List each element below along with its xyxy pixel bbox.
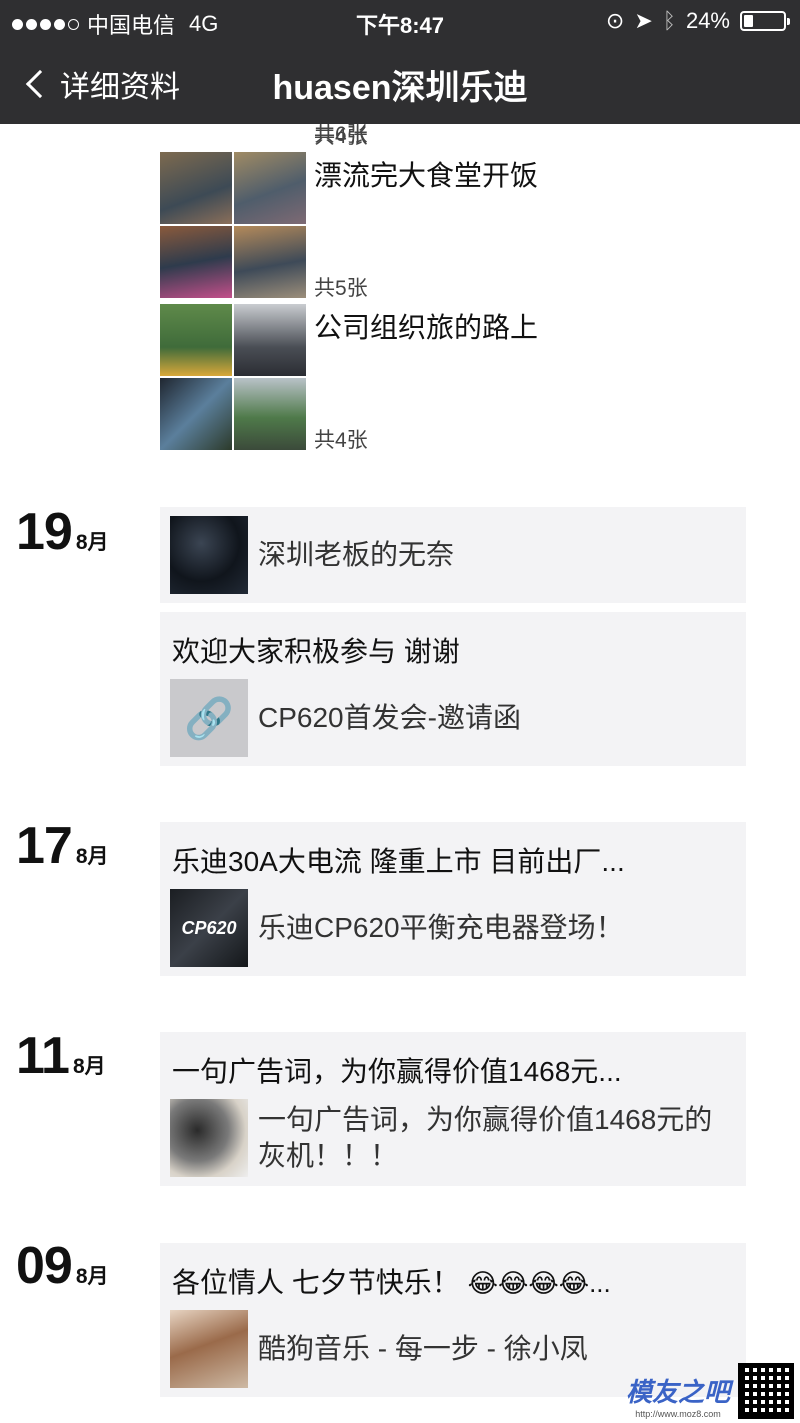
album-post[interactable]: 公司组织旅的路上 共4张 <box>160 304 538 452</box>
photo-count: 共5张 <box>314 277 368 300</box>
link-thumbnail: 🔗 <box>170 679 248 757</box>
date-day: 09 <box>16 1237 73 1295</box>
watermark-url: http://www.moz8.com <box>635 1409 721 1419</box>
link-post[interactable]: 乐迪30A大电流 隆重上市 目前出厂... CP620 乐迪CP620平衡充电器… <box>160 822 746 976</box>
link-title: 酷狗音乐 - 每一步 - 徐小凤 <box>258 1333 588 1364</box>
photo-thumbnail[interactable] <box>160 304 232 376</box>
date-day: 11 <box>16 1027 70 1085</box>
post-text: 各位情人 七夕节快乐！ 😂😂😂😂... <box>172 1261 611 1301</box>
link-thumbnail <box>170 516 248 594</box>
photo-thumbnail[interactable] <box>160 378 232 450</box>
link-thumbnail <box>170 1310 248 1388</box>
bluetooth-icon: ᛒ <box>662 8 676 33</box>
status-bar: 中国电信 4G 下午8:47 ⊙ ➤ ᛒ 24% <box>0 0 800 40</box>
photo-count: 共6张 <box>314 124 368 146</box>
rotation-lock-icon: ⊙ <box>605 8 625 33</box>
post-date: 17 8月 <box>16 816 109 876</box>
album-thumbnails <box>160 304 306 450</box>
photo-thumbnail[interactable] <box>234 304 306 376</box>
laughing-emoji-icon: 😂😂😂😂... <box>467 1268 611 1298</box>
post-text: 乐迪30A大电流 隆重上市 目前出厂... <box>172 846 625 877</box>
date-month: 8月 <box>75 531 109 554</box>
post-text: 一句广告词，为你赢得价值1468元... <box>172 1056 622 1087</box>
link-title: 一句广告词，为你赢得价值1468元的灰机！！！ <box>258 1104 713 1171</box>
photo-thumbnail[interactable] <box>160 226 232 298</box>
link-thumbnail <box>170 1099 248 1177</box>
link-icon: 🔗 <box>184 696 234 741</box>
qr-code-icon <box>738 1363 794 1419</box>
link-post[interactable]: 欢迎大家积极参与 谢谢 🔗 CP620首发会-邀请函 <box>160 612 746 766</box>
date-month: 8月 <box>72 1055 106 1078</box>
location-icon: ➤ <box>634 8 653 33</box>
date-day: 17 <box>16 817 73 875</box>
post-date: 19 8月 <box>16 502 109 562</box>
battery-icon <box>740 11 790 31</box>
site-watermark: 模友之吧 http://www.moz8.com <box>626 1363 794 1419</box>
album-post[interactable]: 漂流完大食堂开饭 共5张 <box>160 152 538 300</box>
link-title: 乐迪CP620平衡充电器登场！ <box>258 912 624 943</box>
post-date: 09 8月 <box>16 1236 109 1296</box>
page-title: huasen深圳乐迪 <box>272 69 528 107</box>
date-month: 8月 <box>75 1265 109 1288</box>
post-date: 11 8月 <box>16 1026 106 1086</box>
photo-thumbnail[interactable] <box>234 378 306 450</box>
nav-bar: 详细资料 huasen深圳乐迪 <box>0 44 800 124</box>
link-title: CP620首发会-邀请函 <box>258 702 521 733</box>
post-text-body: 各位情人 七夕节快乐！ <box>172 1267 460 1298</box>
album-thumbnails <box>160 152 306 298</box>
photo-thumbnail[interactable] <box>234 152 306 224</box>
date-month: 8月 <box>75 845 109 868</box>
link-post[interactable]: 一句广告词，为你赢得价值1468元... 一句广告词，为你赢得价值1468元的灰… <box>160 1032 746 1186</box>
link-post[interactable]: 深圳老板的无奈 <box>160 507 746 603</box>
album-title: 公司组织旅的路上 <box>314 312 539 343</box>
link-thumbnail: CP620 <box>170 889 248 967</box>
watermark-logo-text: 模友之吧 <box>625 1377 730 1407</box>
date-day: 19 <box>16 503 73 561</box>
top-bar: 中国电信 4G 下午8:47 ⊙ ➤ ᛒ 24% 详细资料 huasen深圳乐迪 <box>0 0 800 124</box>
link-title: 深圳老板的无奈 <box>258 539 455 570</box>
battery-percent: 24% <box>685 8 730 33</box>
photo-thumbnail[interactable] <box>160 152 232 224</box>
post-text: 欢迎大家积极参与 谢谢 <box>172 636 460 667</box>
album-title: 漂流完大食堂开饭 <box>314 160 539 191</box>
moments-feed[interactable]: 共4张 共6张 漂流完大食堂开饭 共5张 公司组织旅的路上 共4张 19 8月 … <box>0 124 800 1423</box>
photo-thumbnail[interactable] <box>234 226 306 298</box>
photo-count: 共4张 <box>314 429 368 452</box>
